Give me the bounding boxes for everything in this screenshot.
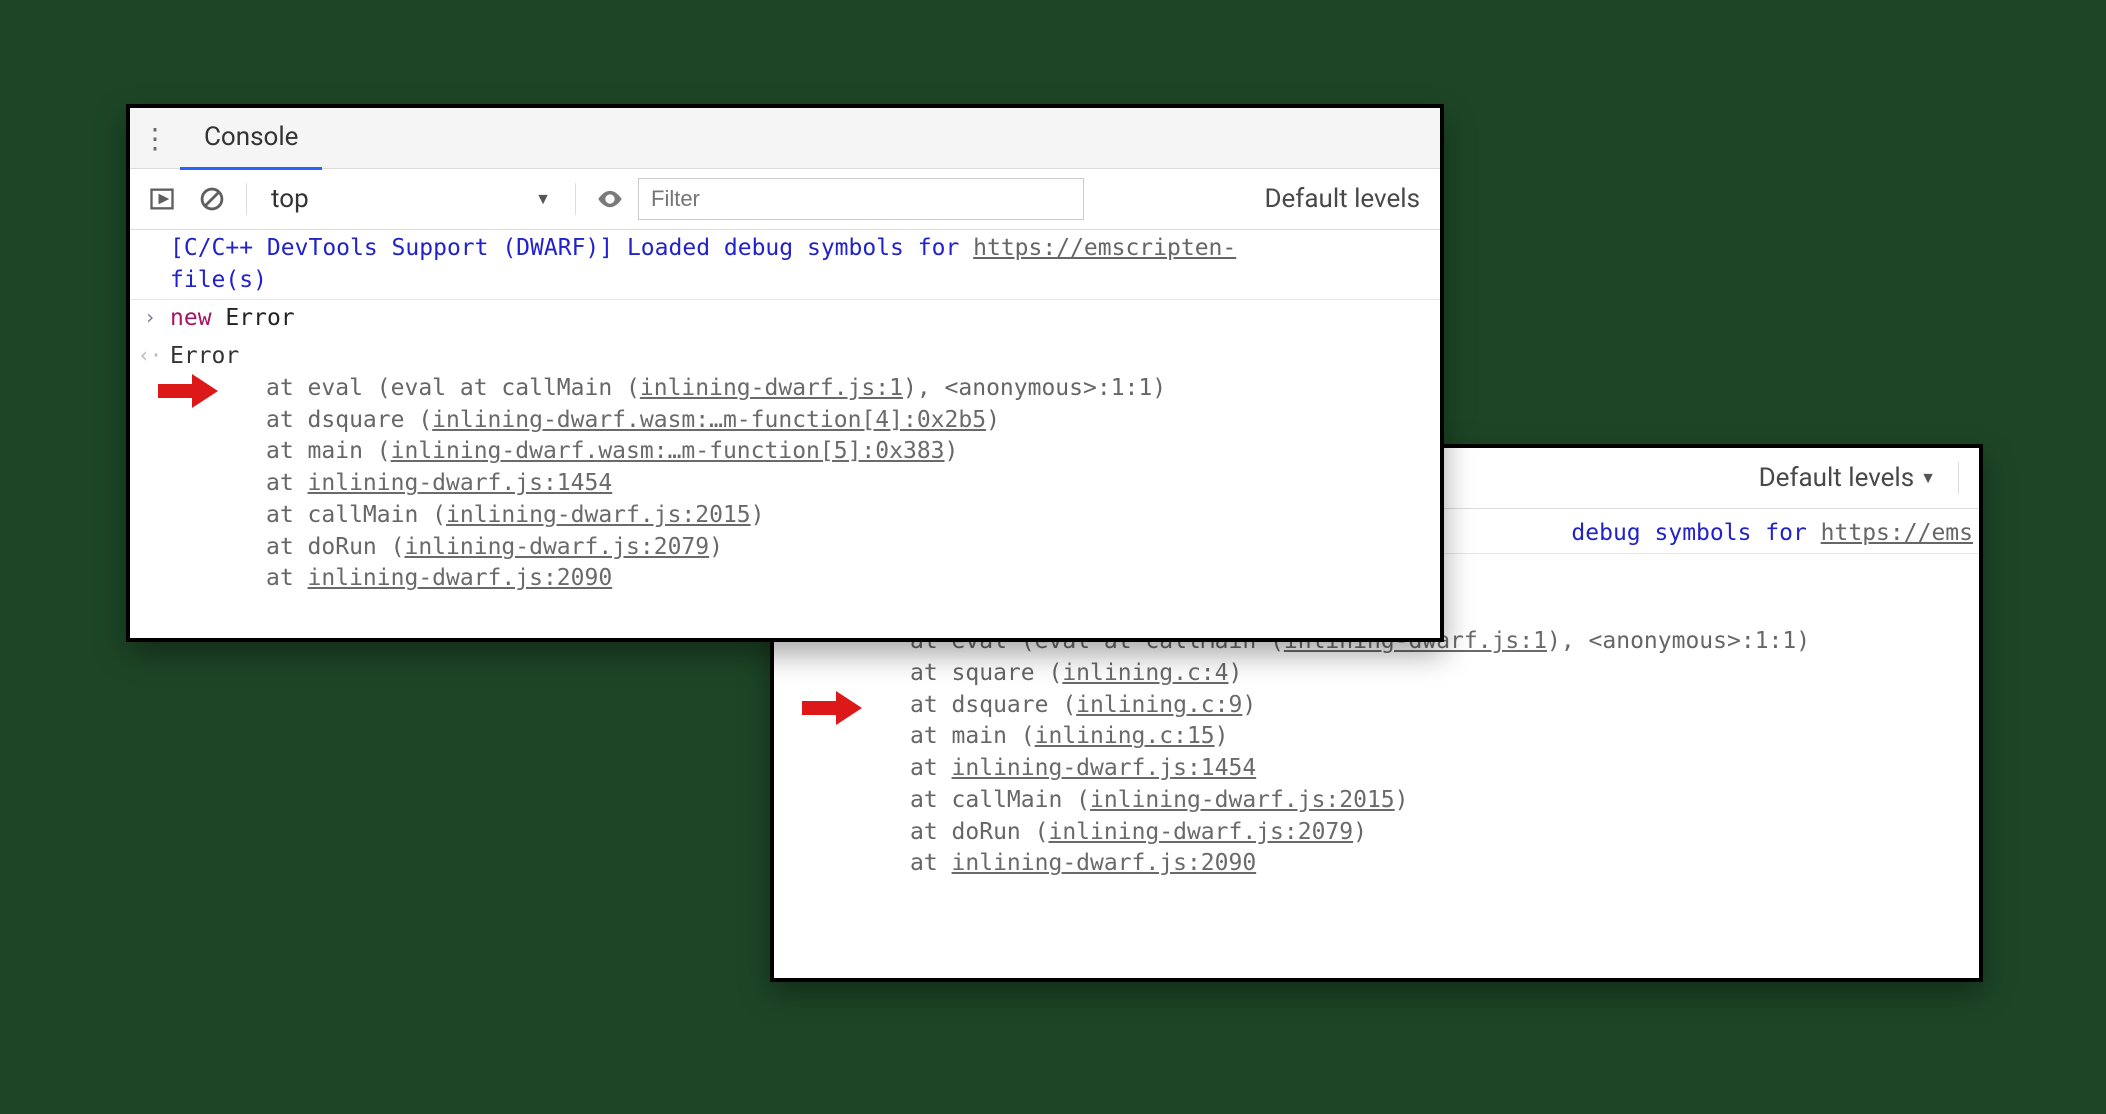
- console-output-row: ‹· Error at eval (eval at callMain (inli…: [130, 338, 1440, 598]
- stack-frame: at doRun (inlining-dwarf.js:2079): [266, 532, 1432, 564]
- source-link[interactable]: inlining.c:4: [1062, 660, 1228, 686]
- stack-frame: at inlining-dwarf.js:1454: [910, 753, 1971, 785]
- info-link[interactable]: https://ems: [1821, 520, 1973, 546]
- stack-frame: at main (inlining-dwarf.wasm:…m-function…: [266, 436, 1432, 468]
- new-keyword: new: [170, 305, 212, 331]
- source-link[interactable]: inlining-dwarf.js:2079: [404, 534, 709, 560]
- info-message: [C/C++ DevTools Support (DWARF)] Loaded …: [130, 230, 1440, 300]
- log-levels-label: Default levels: [1264, 184, 1420, 214]
- stack-frame: at callMain (inlining-dwarf.js:2015): [266, 500, 1432, 532]
- tab-bar: ⋮ Console: [130, 108, 1440, 169]
- info-text: debug symbols for: [1571, 520, 1820, 546]
- source-link[interactable]: inlining.c:15: [1035, 723, 1215, 749]
- stack-frame: at doRun (inlining-dwarf.js:2079): [910, 817, 1971, 849]
- output-prompt-icon: ‹·: [138, 342, 162, 370]
- stack-frame: at inlining-dwarf.js:2090: [910, 848, 1971, 880]
- execution-context-icon[interactable]: [140, 177, 184, 221]
- stack-trace: at eval (eval at callMain (inlining-dwar…: [170, 373, 1432, 595]
- kebab-menu-icon[interactable]: ⋮: [130, 122, 180, 155]
- source-link[interactable]: inlining-dwarf.js:2015: [1090, 787, 1395, 813]
- info-text-line2: file(s): [170, 267, 267, 293]
- log-levels-selector[interactable]: Default levels ▼: [1759, 463, 1946, 493]
- toolbar-divider: [1958, 462, 1959, 494]
- callout-arrow-icon: [802, 691, 862, 725]
- stack-frame: at inlining-dwarf.js:2090: [266, 563, 1432, 595]
- source-link[interactable]: inlining-dwarf.wasm:…m-function[5]:0x383: [391, 438, 945, 464]
- filter-input[interactable]: [638, 178, 1084, 220]
- input-prompt-icon: ›: [138, 304, 162, 332]
- console-toolbar: top ▼ Default levels: [130, 169, 1440, 230]
- source-link[interactable]: inlining-dwarf.js:2090: [308, 565, 613, 591]
- stack-frame: at dsquare (inlining-dwarf.wasm:…m-funct…: [266, 405, 1432, 437]
- stack-frame: at callMain (inlining-dwarf.js:2015): [910, 785, 1971, 817]
- chevron-down-icon: ▼: [1920, 468, 1936, 488]
- source-link[interactable]: inlining-dwarf.js:2015: [446, 502, 751, 528]
- source-link[interactable]: inlining.c:9: [1076, 692, 1242, 718]
- console-output: [C/C++ DevTools Support (DWARF)] Loaded …: [130, 230, 1440, 598]
- live-expression-icon[interactable]: [588, 177, 632, 221]
- stack-frame: at main (inlining.c:15): [910, 721, 1971, 753]
- clear-console-icon[interactable]: [190, 177, 234, 221]
- console-input-row[interactable]: › new Error: [130, 300, 1440, 338]
- context-selector[interactable]: top ▼: [259, 184, 563, 214]
- source-link[interactable]: inlining-dwarf.js:1: [640, 375, 903, 401]
- stack-frame: at dsquare (inlining.c:9): [910, 690, 1971, 722]
- callout-arrow-icon: [158, 374, 218, 408]
- info-link[interactable]: https://emscripten-: [973, 235, 1236, 261]
- error-word[interactable]: Error: [170, 343, 239, 369]
- source-link[interactable]: inlining-dwarf.js:1454: [308, 470, 613, 496]
- log-levels-selector[interactable]: Default levels: [1264, 184, 1430, 214]
- context-selector-label: top: [271, 184, 309, 214]
- stack-frame: at square (inlining.c:4): [910, 658, 1971, 690]
- source-link[interactable]: inlining-dwarf.wasm:…m-function[4]:0x2b5: [432, 407, 986, 433]
- source-link[interactable]: inlining-dwarf.js:2090: [952, 850, 1257, 876]
- stack-trace: at eval (eval at callMain (inlining-dwar…: [814, 626, 1971, 880]
- source-link[interactable]: inlining-dwarf.js:2079: [1048, 819, 1353, 845]
- stack-frame: at inlining-dwarf.js:1454: [266, 468, 1432, 500]
- log-levels-label: Default levels: [1759, 463, 1915, 493]
- toolbar-divider: [246, 183, 247, 215]
- chevron-down-icon: ▼: [535, 189, 551, 209]
- info-text: [C/C++ DevTools Support (DWARF)] Loaded …: [170, 235, 973, 261]
- stack-frame: at eval (eval at callMain (inlining-dwar…: [266, 373, 1432, 405]
- devtools-panel-before: ⋮ Console top ▼ Default levels: [126, 104, 1444, 642]
- error-word: Error: [225, 305, 294, 331]
- toolbar-divider: [575, 183, 576, 215]
- source-link[interactable]: inlining-dwarf.js:1454: [952, 755, 1257, 781]
- tab-console[interactable]: Console: [180, 107, 322, 170]
